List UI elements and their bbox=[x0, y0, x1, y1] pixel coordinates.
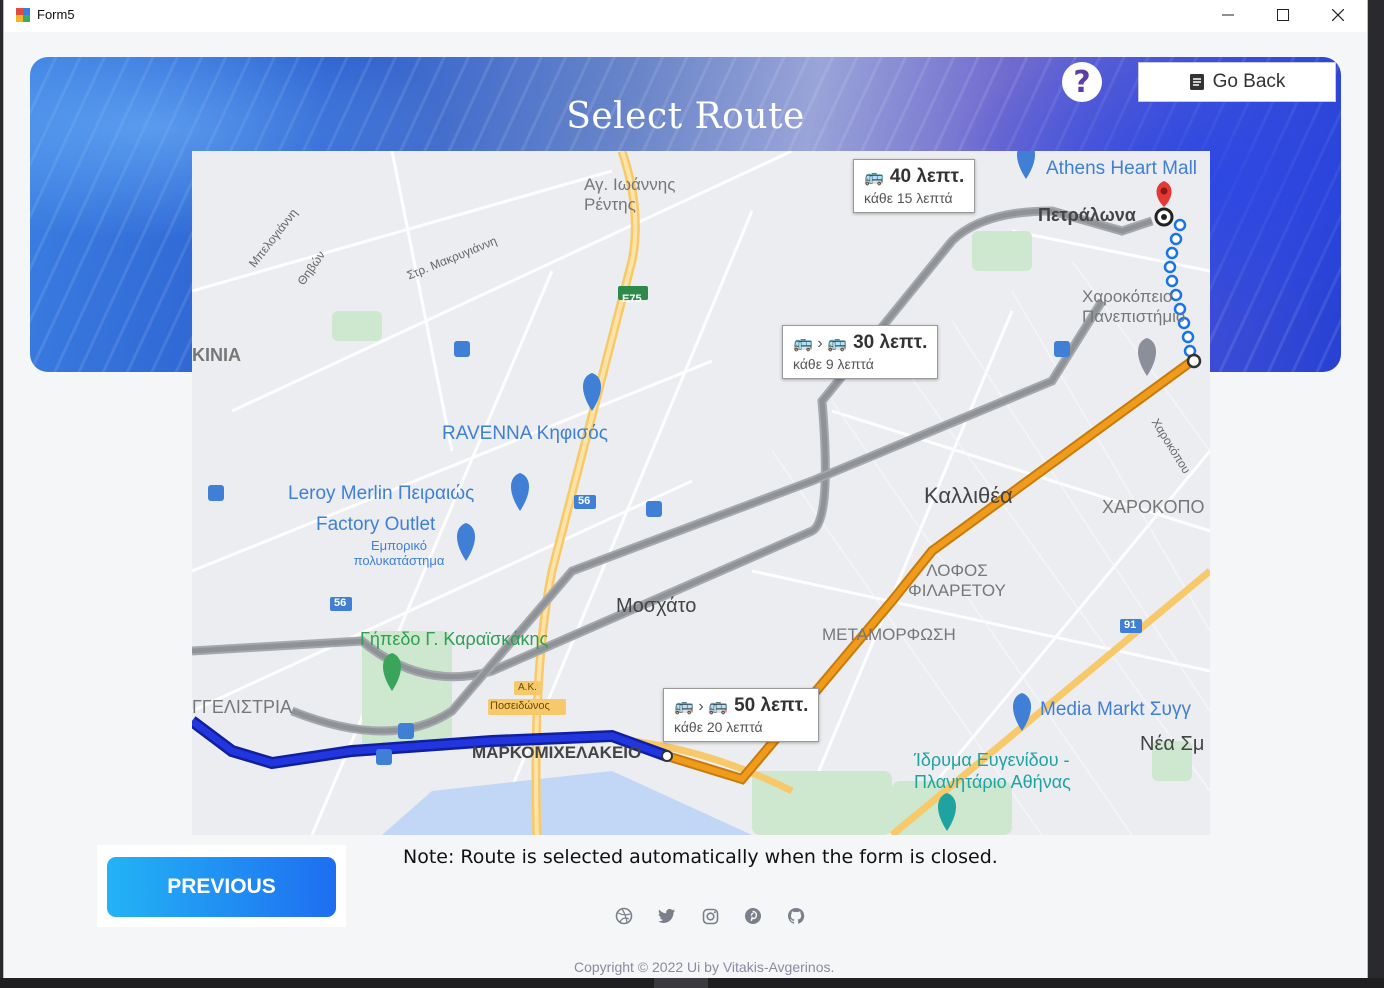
shield-56-a: 56 bbox=[578, 495, 591, 507]
place-karaiskakis-stadium: Γήπεδο Γ. Καραϊσκάκης bbox=[360, 629, 549, 649]
help-button[interactable]: ? bbox=[1062, 62, 1102, 102]
route-option-1[interactable]: 🚌 40 λεπτ. κάθε 15 λεπτά bbox=[853, 159, 976, 213]
label-poseidonos: Ποσειδώνος bbox=[490, 700, 550, 712]
previous-button-container: PREVIOUS bbox=[97, 845, 346, 927]
bus-transfer-icon: 🚌 › 🚌 bbox=[793, 335, 848, 352]
close-icon bbox=[1331, 9, 1344, 21]
maximize-button[interactable] bbox=[1255, 0, 1310, 30]
twitter-icon[interactable] bbox=[657, 906, 677, 926]
minimize-button[interactable] bbox=[1200, 0, 1255, 30]
place-media-markt: Media Markt Συγγ bbox=[1040, 699, 1191, 720]
place-markomichelakeio: ΜΑΡΚΟΜΙΧΕΛΑΚΕΙΟ bbox=[472, 743, 642, 762]
social-links bbox=[614, 906, 806, 926]
taskbar-active-item[interactable] bbox=[654, 978, 708, 988]
route-frequency: κάθε 20 λεπτά bbox=[674, 719, 763, 735]
place-agios-ioannis: Αγ. Ιωάννης Ρέντης bbox=[584, 175, 676, 214]
route-time: 30 λεπτ. bbox=[853, 332, 928, 353]
place-factory-outlet: Factory Outlet bbox=[316, 514, 436, 535]
route-frequency: κάθε 15 λεπτά bbox=[864, 190, 953, 206]
pinterest-icon[interactable] bbox=[743, 906, 763, 926]
maximize-icon bbox=[1276, 9, 1289, 21]
previous-button[interactable]: PREVIOUS bbox=[107, 857, 336, 917]
app-icon bbox=[16, 8, 30, 22]
place-athens-heart-mall: Athens Heart Mall bbox=[1046, 158, 1198, 179]
bus-transfer-icon: 🚌 › 🚌 bbox=[674, 698, 729, 715]
place-kallithea: Καλλιθέα bbox=[924, 483, 1013, 508]
shield-91: 91 bbox=[1124, 619, 1137, 631]
route-note: Note: Route is selected automatically wh… bbox=[403, 846, 998, 868]
shield-56-b: 56 bbox=[334, 597, 347, 609]
place-charokopeio: Χαροκόπειο Πανεπιστήμιο bbox=[1082, 287, 1186, 326]
github-icon[interactable] bbox=[786, 906, 806, 926]
route-time: 40 λεπτ. bbox=[889, 166, 965, 187]
go-back-label: Go Back bbox=[1212, 71, 1286, 92]
window-title: Form5 bbox=[37, 7, 75, 22]
instagram-icon[interactable] bbox=[700, 906, 720, 926]
minimize-icon bbox=[1221, 14, 1234, 16]
place-nea-smyrni: Νέα Σμ bbox=[1140, 733, 1205, 755]
app-window: Form5 Select Route ? Go Back E75 56 56 9… bbox=[4, 0, 1367, 978]
title-bar: Form5 bbox=[4, 0, 1367, 32]
place-petralona: Πετράλωνα bbox=[1038, 205, 1136, 225]
place-moschato: Μοσχάτο bbox=[616, 595, 697, 617]
route-option-3[interactable]: 🚌 › 🚌 50 λεπτ. κάθε 20 λεπτά bbox=[663, 688, 820, 742]
place-lofos-filaretou: ΛΟΦΟΣ ΦΙΛΑΡΕΤΟΥ bbox=[908, 561, 1006, 600]
place-kinia: ΚΙΝΙΑ bbox=[192, 345, 241, 365]
route-time: 50 λεπτ. bbox=[734, 695, 809, 716]
label-ak: Α.Κ. bbox=[518, 682, 537, 693]
page-title: Select Route bbox=[566, 96, 805, 137]
shield-e75: E75 bbox=[622, 293, 642, 305]
go-back-button[interactable]: Go Back bbox=[1138, 62, 1336, 102]
dribbble-icon[interactable] bbox=[614, 906, 634, 926]
document-icon bbox=[1189, 74, 1204, 90]
place-factory-outlet-desc: Εμπορικό πολυκατάστημα bbox=[353, 538, 445, 568]
place-evangelistria: ΓΓΕΛΙΣΤΡΙΑ bbox=[192, 697, 292, 717]
place-charokopo: ΧΑΡΟΚΟΠΟ bbox=[1102, 497, 1205, 517]
bus-icon: 🚌 bbox=[864, 169, 884, 186]
close-button[interactable] bbox=[1310, 0, 1365, 30]
route-frequency: κάθε 9 λεπτά bbox=[793, 356, 874, 372]
place-leroy-merlin: Leroy Merlin Πειραιώς bbox=[288, 483, 475, 504]
route-map[interactable]: E75 56 56 91 Αγ. Ιωάννης Ρέντης Athens H… bbox=[192, 151, 1210, 835]
place-metamorfosi: ΜΕΤΑΜΟΡΦΩΣΗ bbox=[822, 625, 956, 644]
place-eugenides-planetarium: Ίδρυμα Ευγενίδου - Πλανητάριο Αθήνας bbox=[914, 750, 1071, 792]
route-option-2[interactable]: 🚌 › 🚌 30 λεπτ. κάθε 9 λεπτά bbox=[782, 325, 939, 379]
place-ravenna: RAVENNA Κηφισός bbox=[442, 423, 608, 444]
copyright: Copyright © 2022 Ui by Vitakis-Avgerinos… bbox=[574, 959, 835, 975]
